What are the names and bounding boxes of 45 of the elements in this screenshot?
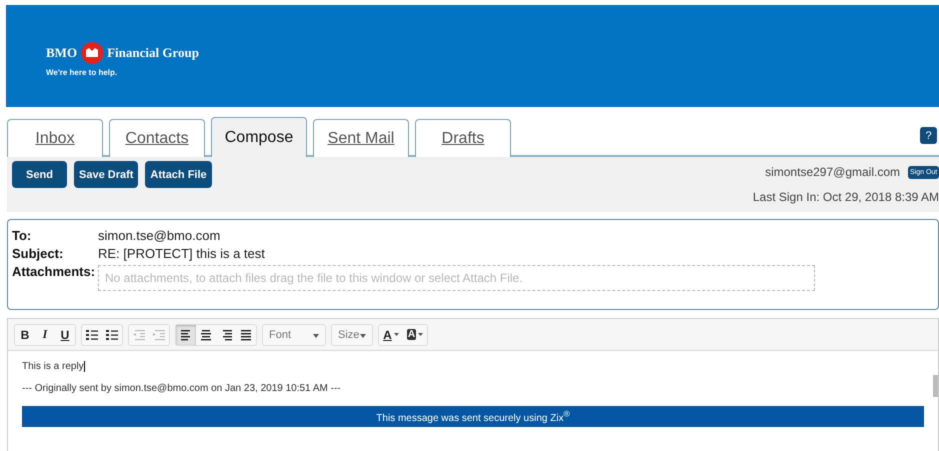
scrollbar[interactable]: [933, 375, 938, 397]
attachment-drop-field[interactable]: No attachments, to attach files drag the file to this window or select Attach File.: [98, 265, 815, 291]
bulleted-list-icon: [106, 328, 118, 341]
field-label: Subject:: [12, 246, 64, 261]
field-value[interactable]: RE: [PROTECT] this is a test: [98, 246, 265, 261]
caret-icon: [418, 333, 424, 336]
tagline: We're here to help.: [46, 68, 118, 76]
caret-icon: [360, 334, 366, 338]
align-center-icon: [200, 328, 212, 341]
account-email: simontse297@gmail.com: [765, 165, 900, 179]
format-button[interactable]: U: [55, 324, 75, 344]
company-name: Financial Group: [107, 44, 199, 60]
message-text[interactable]: This is a reply: [22, 361, 85, 372]
tab[interactable]: Drafts: [415, 119, 511, 157]
field-value[interactable]: simon.tse@bmo.com: [98, 228, 220, 243]
align-left-icon: [180, 328, 192, 341]
tab[interactable]: Inbox: [7, 119, 103, 157]
brand-name: BMO: [46, 44, 78, 60]
tab[interactable]: Contacts: [109, 119, 205, 157]
caret-icon: [394, 333, 399, 336]
numbered-list-icon: [86, 328, 98, 341]
help-button[interactable]: ?: [920, 127, 937, 144]
secure-message-banner: This message was sent securely using Zix$^{®}$: [22, 406, 924, 428]
format-button[interactable]: [176, 324, 196, 344]
caret-icon: [313, 334, 319, 338]
field-label: Attachments:: [12, 264, 96, 279]
indent-icon: [153, 328, 165, 341]
format-button[interactable]: I: [35, 324, 55, 344]
action-button[interactable]: Save Draft: [74, 161, 138, 188]
color-button[interactable]: A: [403, 324, 427, 344]
justify-icon: [240, 328, 252, 341]
tab[interactable]: Sent Mail: [313, 119, 409, 157]
action-button[interactable]: Attach File: [145, 161, 212, 188]
format-button[interactable]: B: [15, 324, 35, 344]
message-text: --- Originally sent by simon.tse@bmo.com on Jan 23, 2019 10:51 AM ---: [22, 383, 341, 394]
dropdown[interactable]: Font: [262, 324, 326, 346]
outdent-icon: [133, 328, 145, 341]
align-right-icon: [220, 328, 232, 341]
field-label: To:: [12, 228, 32, 243]
last-sign-in: Last Sign In: Oct 29, 2018 8:39 AM: [752, 190, 939, 204]
color-button[interactable]: A: [379, 324, 403, 344]
logo-icon: [81, 42, 104, 64]
dropdown[interactable]: Size: [331, 324, 373, 346]
tab[interactable]: Compose: [211, 117, 307, 157]
action-button[interactable]: Send: [12, 161, 67, 188]
